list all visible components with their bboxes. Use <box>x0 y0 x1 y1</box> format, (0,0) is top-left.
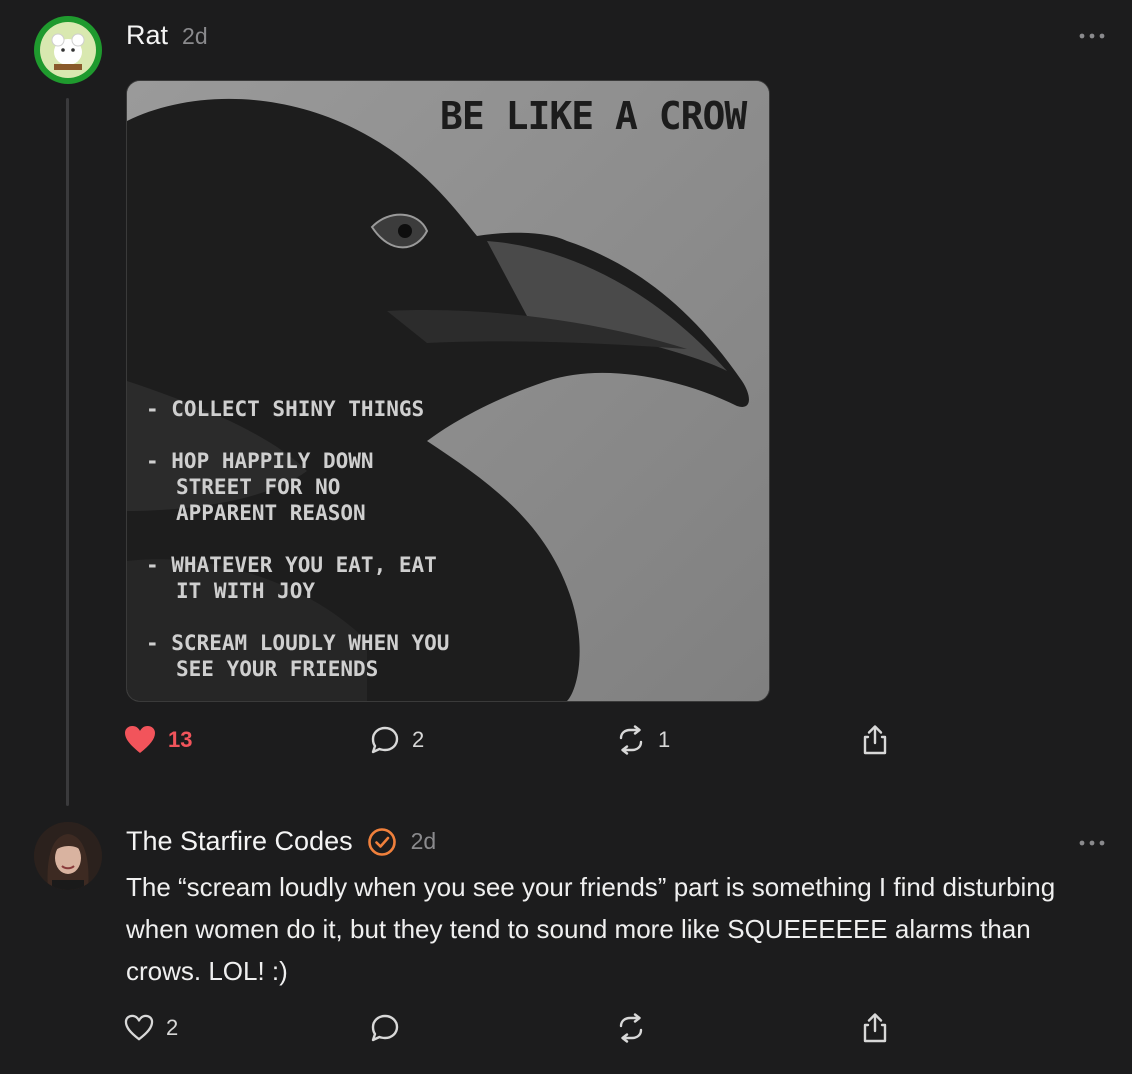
thread-line <box>66 98 69 806</box>
meme-line: - WHATEVER YOU EAT, EAT <box>146 553 437 577</box>
comment-count: 2 <box>412 727 425 752</box>
reply-restack-button[interactable] <box>616 1008 646 1048</box>
restack-count: 1 <box>658 727 671 752</box>
reply-timestamp[interactable]: 2d <box>411 828 437 855</box>
comment-icon <box>371 726 399 754</box>
share-button[interactable] <box>860 720 890 760</box>
post-author[interactable]: Rat <box>126 20 168 51</box>
restack-button[interactable]: 1 <box>616 720 670 760</box>
meme-line: - SCREAM LOUDLY WHEN YOU <box>146 631 450 655</box>
meme-line: IT WITH JOY <box>176 579 316 603</box>
rat-avatar-image <box>51 33 85 70</box>
reply-more-options-icon[interactable] <box>1078 838 1106 848</box>
reply-actions: 2 <box>124 1008 904 1048</box>
share-icon <box>863 725 887 755</box>
comment-icon <box>371 1014 399 1042</box>
meme-text: - COLLECT SHINY THINGS - HOP HAPPILY DOW… <box>146 396 449 682</box>
thread-page: Rat 2d BE LIKE A CROW - COLLECT SHINY TH… <box>0 0 1132 1074</box>
meme-line: APPARENT REASON <box>176 501 366 525</box>
meme-title: BE LIKE A CROW <box>440 94 747 138</box>
reply-header: The Starfire Codes 2d <box>126 826 436 857</box>
reply-like-button[interactable]: 2 <box>124 1008 178 1048</box>
heart-filled-icon <box>125 726 155 753</box>
reply-body: The “scream loudly when you see your fri… <box>126 872 1056 986</box>
comment-button[interactable]: 2 <box>370 720 424 760</box>
like-button[interactable]: 13 <box>124 720 192 760</box>
heart-outline-icon <box>124 1014 154 1041</box>
post-actions: 13 2 1 <box>124 720 904 760</box>
more-options-icon[interactable] <box>1078 31 1106 41</box>
starfire-avatar-image <box>34 822 102 890</box>
starfire-avatar[interactable] <box>34 822 102 890</box>
restack-icon <box>619 725 643 755</box>
meme-line: SEE YOUR FRIENDS <box>176 657 379 681</box>
reply-comment-button[interactable] <box>370 1008 400 1048</box>
meme-line: - COLLECT SHINY THINGS <box>146 397 425 421</box>
restack-icon <box>619 1013 643 1043</box>
share-icon <box>863 1013 887 1043</box>
post-header: Rat 2d <box>126 20 208 51</box>
rat-avatar[interactable] <box>34 16 102 84</box>
meme-line: - HOP HAPPILY DOWN <box>146 449 374 473</box>
reply-author[interactable]: The Starfire Codes <box>126 826 353 857</box>
post-timestamp[interactable]: 2d <box>182 23 208 50</box>
reply-like-count: 2 <box>166 1015 179 1040</box>
meme-line: STREET FOR NO <box>176 475 341 499</box>
verified-badge-icon <box>367 827 396 856</box>
reply-share-button[interactable] <box>860 1008 890 1048</box>
like-count: 13 <box>168 727 193 752</box>
